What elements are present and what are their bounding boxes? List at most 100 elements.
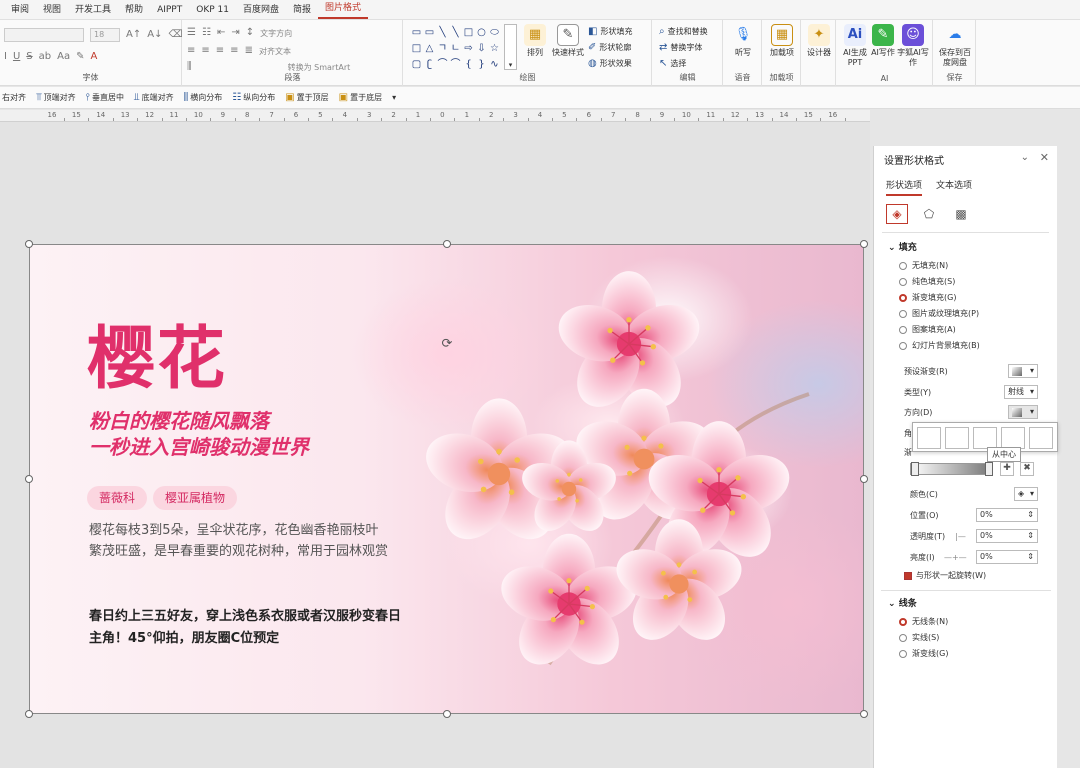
direction-option-3[interactable] — [973, 427, 997, 449]
direction-option-4[interactable] — [1001, 427, 1025, 449]
curve-shape-icon[interactable]: ʗ — [423, 58, 436, 72]
brightness-input[interactable]: 0% ⇕ — [976, 550, 1038, 564]
rotate-with-shape-checkbox[interactable]: 与形状一起旋转(W) — [904, 570, 986, 581]
radio-solid-line[interactable]: 实线(S) — [899, 632, 939, 643]
menu-review[interactable]: 审阅 — [4, 0, 36, 20]
distribute-vertical-button[interactable]: ☷ 纵向分布 — [232, 92, 275, 103]
align-top-button[interactable]: ⫪ 顶端对齐 — [36, 92, 76, 103]
ai-ppt-button[interactable]: Ai AI生成PPT — [841, 24, 869, 68]
brace-left-shape-icon[interactable]: { — [462, 58, 475, 72]
resize-handle-b[interactable] — [443, 710, 451, 718]
justify-icon[interactable]: ≡ — [230, 44, 238, 58]
highlight-icon[interactable]: ✎ — [76, 50, 84, 64]
line-spacing-icon[interactable]: ↕ — [246, 26, 254, 40]
shrink-font-icon[interactable]: A↓ — [147, 28, 162, 42]
tab-shape-options[interactable]: 形状选项 — [886, 178, 923, 196]
wave-shape-icon[interactable]: ∿ — [488, 58, 501, 72]
shape-effects-button[interactable]: ◍ 形状效果 — [588, 58, 632, 69]
preset-gradient-dropdown[interactable]: ▾ — [1008, 364, 1038, 378]
resize-handle-tr[interactable] — [860, 240, 868, 248]
transparency-slider[interactable]: |— — [955, 532, 966, 541]
find-replace-button[interactable]: ⌕ 查找和替换 — [659, 26, 708, 37]
save-baidu-button[interactable]: ☁ 保存到百度网盘 — [936, 24, 974, 68]
connector2-shape-icon[interactable]: ㄴ — [449, 42, 462, 56]
menu-help[interactable]: 帮助 — [118, 0, 150, 20]
resize-handle-t[interactable] — [443, 240, 451, 248]
direction-option-5[interactable] — [1029, 427, 1053, 449]
radio-no-fill[interactable]: 无填充(N) — [899, 260, 948, 271]
font-family-select[interactable] — [4, 28, 84, 42]
radio-pattern-fill[interactable]: 图案填充(A) — [899, 324, 956, 335]
spacing-icon[interactable]: ab — [39, 50, 51, 64]
shapes-gallery[interactable]: ▭ ▭ ╲ ╲ □ ○ ⬭ □ △ ㄱㄴ ⇨ ⇩ ☆ ▢ ʗ ⌒ ⌒{} ∿ — [410, 26, 502, 72]
radio-gradient-fill[interactable]: 渐变填充(G) — [899, 292, 956, 303]
resize-handle-l[interactable] — [25, 475, 33, 483]
toolbar-more-icon[interactable]: ▾ — [392, 93, 396, 102]
slide-canvas[interactable]: 樱花 粉白的樱花随风飘落 一秒进入宫崎骏动漫世界 蔷薇科 樱亚属植物 樱花每枝3… — [29, 244, 864, 714]
add-stop-icon[interactable]: ✚ — [1000, 462, 1014, 476]
font-size-select[interactable]: 18 — [90, 28, 120, 42]
transparency-input[interactable]: 0% ⇕ — [976, 529, 1038, 543]
underline-icon[interactable]: U — [13, 50, 20, 64]
bullets-icon[interactable]: ☰ — [187, 26, 196, 40]
italic-icon[interactable]: I — [4, 50, 7, 64]
line-shape-icon[interactable]: ╲ — [436, 26, 449, 40]
menu-baidu[interactable]: 百度网盘 — [236, 0, 286, 20]
radio-picture-fill[interactable]: 图片或纹理填充(P) — [899, 308, 979, 319]
font-color-icon[interactable]: A — [90, 50, 97, 64]
grow-font-icon[interactable]: A↑ — [126, 28, 141, 42]
quick-styles-button[interactable]: ✎ 快速样式 — [552, 24, 584, 58]
resize-handle-tl[interactable] — [25, 240, 33, 248]
radio-no-line[interactable]: 无线条(N) — [899, 616, 948, 627]
send-to-back-button[interactable]: ▣ 置于底层 — [339, 92, 382, 103]
line-section-header[interactable]: ⌄ 线条 — [888, 596, 917, 609]
menu-developer[interactable]: 开发工具 — [68, 0, 118, 20]
align-right-icon[interactable]: ≡ — [216, 44, 224, 58]
addins-button[interactable]: ▦ 加载项 — [769, 24, 795, 58]
gradient-stop-right[interactable] — [985, 462, 993, 476]
text-direction-button[interactable]: 文字方向 — [260, 28, 292, 39]
align-middle-button[interactable]: ⫯ 垂直居中 — [86, 92, 124, 103]
rounded-shape-icon[interactable]: ▢ — [410, 58, 423, 72]
strikethrough-icon[interactable]: S — [26, 50, 32, 64]
align-left-icon[interactable]: ≡ — [187, 44, 195, 58]
star-shape-icon[interactable]: ☆ — [488, 42, 501, 56]
menu-view[interactable]: 视图 — [36, 0, 68, 20]
distribute-horizontal-button[interactable]: ⫼ 横向分布 — [184, 92, 223, 103]
dictate-button[interactable]: 🎙 听写 — [732, 24, 754, 58]
align-center-icon[interactable]: ≡ — [201, 44, 209, 58]
rotate-handle-icon[interactable]: ⟳ — [442, 337, 453, 352]
resize-handle-br[interactable] — [860, 710, 868, 718]
resize-handle-r[interactable] — [860, 475, 868, 483]
distributed-icon[interactable]: ≣ — [245, 44, 253, 58]
brace-right-shape-icon[interactable]: } — [475, 58, 488, 72]
menu-aippt[interactable]: AIPPT — [150, 0, 189, 20]
shape-outline-button[interactable]: ✐ 形状轮廓 — [588, 42, 631, 53]
direction-option-2[interactable] — [945, 427, 969, 449]
curve2-shape-icon[interactable]: ⌒ — [449, 58, 462, 72]
pane-options-chevron-icon[interactable]: ⌄ — [1021, 152, 1029, 163]
arc-shape-icon[interactable]: ⌒ — [436, 58, 449, 72]
align-text-button[interactable]: 对齐文本 — [259, 46, 291, 57]
smartart-button[interactable]: 转换为 SmartArt — [288, 62, 351, 73]
clear-format-icon[interactable]: ⌫ — [168, 28, 182, 42]
decrease-indent-icon[interactable]: ⇤ — [217, 26, 225, 40]
radio-background-fill[interactable]: 幻灯片背景填充(B) — [899, 340, 980, 351]
line2-shape-icon[interactable]: ╲ — [449, 26, 462, 40]
ai-write-button[interactable]: ✎ AI写作 — [871, 24, 895, 58]
rect2-shape-icon[interactable]: □ — [410, 42, 423, 56]
tab-text-options[interactable]: 文本选项 — [936, 178, 972, 196]
color-picker-dropdown[interactable]: ◈ ▾ — [1014, 487, 1038, 501]
textbox-shape-icon[interactable]: ▭ — [410, 26, 423, 40]
connector-shape-icon[interactable]: ㄱ — [436, 42, 449, 56]
type-dropdown[interactable]: 射线 ▾ — [1004, 385, 1038, 399]
rect-shape-icon[interactable]: □ — [462, 26, 475, 40]
effects-pentagon-icon[interactable]: ⬠ — [918, 204, 940, 224]
gradient-stop-left[interactable] — [911, 462, 919, 476]
arrow-right-shape-icon[interactable]: ⇨ — [462, 42, 475, 56]
radio-gradient-line[interactable]: 渐变线(G) — [899, 648, 948, 659]
menu-okp[interactable]: OKP 11 — [189, 0, 236, 20]
arrange-button[interactable]: ▦ 排列 — [524, 24, 546, 58]
change-case-icon[interactable]: Aa — [57, 50, 70, 64]
align-right-button[interactable]: 右对齐 — [2, 92, 26, 103]
